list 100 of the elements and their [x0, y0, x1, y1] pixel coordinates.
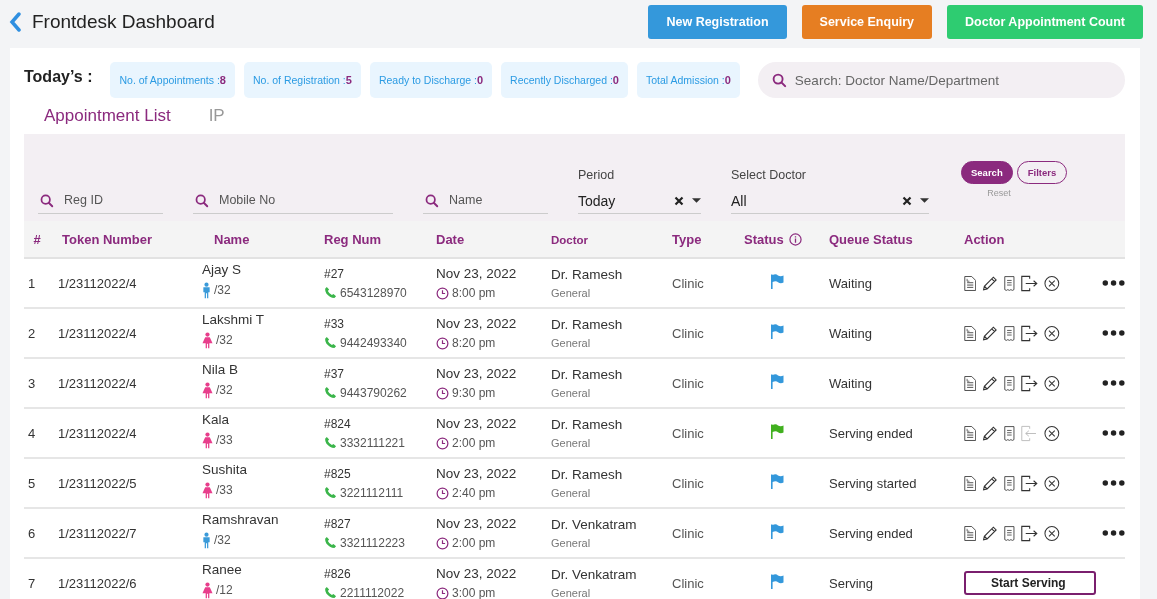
exit-icon[interactable]: [1020, 473, 1039, 493]
clock-icon: [436, 486, 449, 500]
token-number: 1/23112022/4: [58, 325, 137, 341]
appointment-time: 8:00 pm: [452, 286, 496, 300]
edit-icon[interactable]: [982, 373, 999, 393]
department: General: [551, 437, 592, 449]
search-icon: [771, 73, 787, 88]
doctor-name: Dr. Ramesh: [551, 317, 624, 332]
select-label: Select Doctor: [731, 168, 808, 182]
more-icon[interactable]: [1101, 379, 1125, 387]
caret-icon[interactable]: [692, 198, 701, 204]
doctor-name: Dr. Ramesh: [551, 367, 624, 382]
exit-icon[interactable]: [1020, 273, 1039, 293]
column-header: Queue Status: [829, 231, 913, 247]
phone-number: 6543128970: [340, 285, 407, 300]
edit-icon[interactable]: [982, 523, 999, 543]
receipt-icon[interactable]: [1004, 473, 1015, 493]
row-number: 3: [28, 375, 36, 391]
back-icon[interactable]: [9, 12, 21, 32]
caret-icon[interactable]: [920, 198, 929, 204]
patient-age: /12: [216, 583, 233, 597]
queue-status: Serving started: [829, 475, 917, 491]
edit-icon[interactable]: [982, 473, 999, 493]
patient-name: Kala: [202, 411, 231, 427]
reg-number: #27: [324, 266, 346, 281]
queue-status: Waiting: [829, 375, 872, 391]
document-icon[interactable]: [964, 273, 977, 293]
select-label: Period: [578, 168, 616, 182]
queue-status: Waiting: [829, 325, 872, 341]
edit-icon[interactable]: [982, 323, 999, 343]
document-icon[interactable]: [964, 523, 977, 543]
appointment-date: Nov 23, 2022: [436, 466, 518, 481]
search-button[interactable]: Search: [961, 160, 1013, 184]
clear-icon[interactable]: [902, 196, 912, 206]
stat-chip: No. of Appointments :8: [110, 62, 235, 98]
filter-field[interactable]: Reg ID: [38, 189, 163, 214]
reg-number: #37: [324, 366, 346, 381]
filter-field[interactable]: Name: [423, 189, 548, 214]
receipt-icon[interactable]: [1004, 273, 1015, 293]
appointment-time: 2:00 pm: [452, 536, 496, 550]
row-number: 2: [28, 325, 36, 341]
reg-number: #826: [324, 566, 352, 581]
exit-icon[interactable]: [1020, 373, 1039, 393]
department: General: [551, 587, 592, 599]
cancel-icon[interactable]: [1044, 523, 1060, 543]
more-icon[interactable]: [1101, 429, 1125, 437]
document-icon[interactable]: [964, 323, 977, 343]
clock-icon: [436, 336, 449, 350]
select-field[interactable]: All: [731, 191, 929, 214]
document-icon[interactable]: [964, 373, 977, 393]
select-field[interactable]: Today: [578, 191, 701, 214]
receipt-icon[interactable]: [1004, 373, 1015, 393]
reg-number: #824: [324, 416, 352, 431]
token-number: 1/23112022/5: [58, 475, 137, 491]
exit-icon[interactable]: [1020, 323, 1039, 343]
filter-field[interactable]: Mobile No: [193, 189, 393, 214]
department: General: [551, 487, 592, 499]
more-icon[interactable]: [1101, 279, 1125, 287]
row-number: 7: [28, 575, 36, 591]
cancel-icon[interactable]: [1044, 323, 1060, 343]
patient-age: /32: [214, 283, 231, 297]
search-icon: [425, 194, 439, 208]
token-number: 1/23112022/7: [58, 525, 137, 541]
cancel-icon[interactable]: [1044, 373, 1060, 393]
more-icon[interactable]: [1101, 529, 1125, 537]
department: General: [551, 287, 592, 299]
doctor-name: Dr. Ramesh: [551, 417, 624, 432]
department: General: [551, 387, 592, 399]
queue-status: Serving ended: [829, 425, 913, 441]
search-field[interactable]: Search: Doctor Name/Department: [757, 62, 1125, 98]
cancel-icon[interactable]: [1044, 423, 1060, 443]
exit-icon[interactable]: [1020, 523, 1039, 543]
phone-icon: [324, 286, 337, 299]
document-icon[interactable]: [964, 423, 977, 443]
phone-icon: [324, 586, 337, 599]
patient-name: Ramshravan: [202, 511, 280, 527]
cancel-icon[interactable]: [1044, 273, 1060, 293]
document-icon[interactable]: [964, 473, 977, 493]
visit-type: Clinic: [672, 475, 704, 491]
doctor-name: Dr. Ramesh: [551, 267, 624, 282]
receipt-icon[interactable]: [1004, 423, 1015, 443]
edit-icon[interactable]: [982, 423, 999, 443]
phone-icon: [324, 386, 337, 399]
clear-icon[interactable]: [674, 196, 684, 206]
start-serving-button[interactable]: Start Serving: [964, 571, 1096, 595]
tab[interactable]: Appointment List: [44, 102, 171, 130]
token-number: 1/23112022/4: [58, 275, 137, 291]
visit-type: Clinic: [672, 275, 704, 291]
receipt-icon[interactable]: [1004, 523, 1015, 543]
cancel-icon[interactable]: [1044, 473, 1060, 493]
column-header: Name: [214, 231, 250, 247]
doctor-name: Dr. Venkatram: [551, 567, 638, 582]
todays-label: Today’s :: [24, 68, 93, 86]
appointment-time: 2:00 pm: [452, 436, 496, 450]
edit-icon[interactable]: [982, 273, 999, 293]
more-icon[interactable]: [1101, 329, 1125, 337]
row-number: 1: [28, 275, 36, 291]
receipt-icon[interactable]: [1004, 323, 1015, 343]
more-icon[interactable]: [1101, 479, 1125, 487]
patient-age: /33: [216, 483, 233, 497]
